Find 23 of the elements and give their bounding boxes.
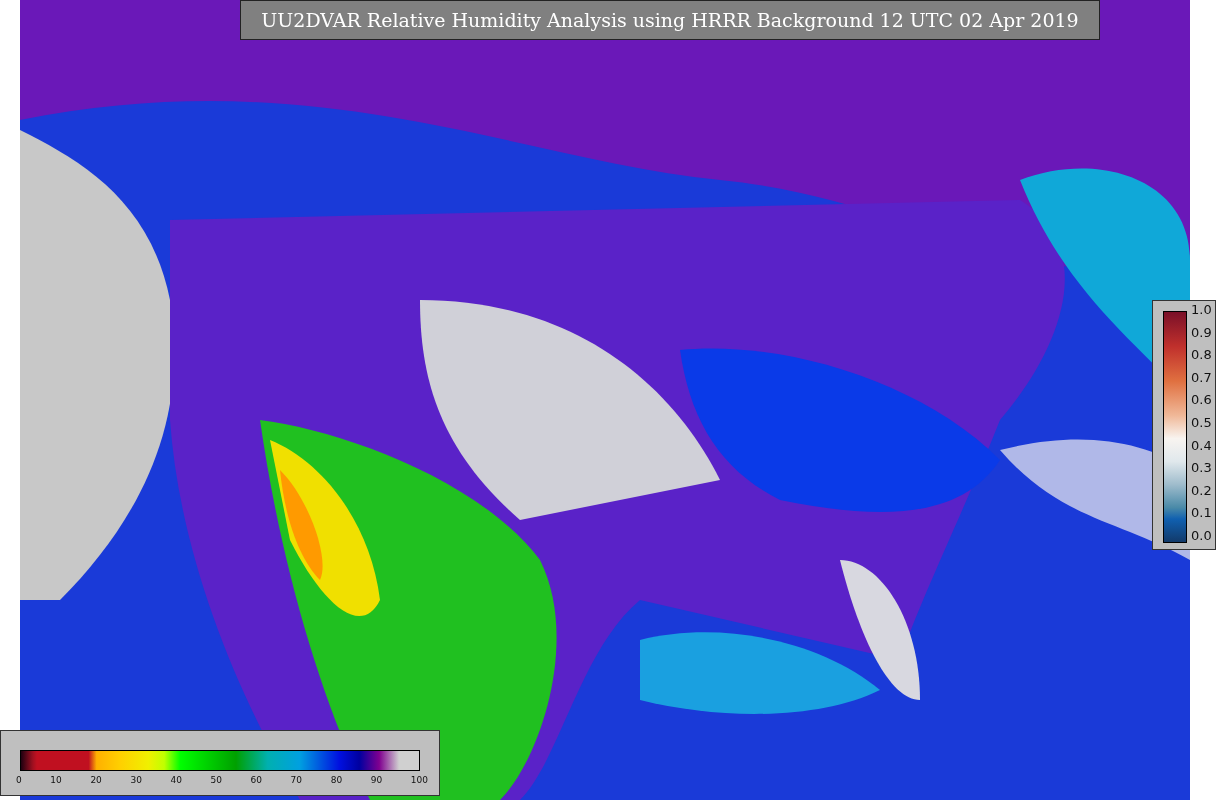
colorbar-label: 0.3 (1191, 461, 1212, 476)
colorbar-label: 20 (90, 775, 102, 785)
colorbar-label: 1.0 (1191, 303, 1212, 317)
colorbar-label: 60 (250, 775, 262, 785)
colorbar-label: 80 (330, 775, 343, 785)
colorbar-label: 0.8 (1191, 348, 1212, 363)
colorbar-label: 0.6 (1191, 393, 1212, 408)
colorbar-label: 0.5 (1191, 415, 1212, 430)
colorbar-label: 50 (210, 775, 222, 785)
colorbar-label: 0.9 (1191, 325, 1212, 340)
colorbar-label: 0.0 (1191, 528, 1212, 543)
colorbar-label: 0 (16, 775, 22, 785)
colorbar-label: 90 (370, 775, 383, 785)
colorbar-label: 70 (290, 775, 303, 785)
colorbar-label: 10 (50, 775, 62, 785)
colorbar-label: 40 (170, 775, 182, 785)
colorbar-label: 0.4 (1191, 438, 1212, 453)
colorbar-label: 0.7 (1191, 370, 1212, 385)
colorbar-label: 0.2 (1191, 483, 1212, 498)
colorbar-label: 30 (130, 775, 142, 785)
map-title: UU2DVAR Relative Humidity Analysis using HRRR Background 12 UTC 02 Apr 2019 (240, 0, 1100, 40)
colorbar-label: 100 (410, 775, 428, 785)
colorbar-label: 0.1 (1191, 506, 1212, 521)
